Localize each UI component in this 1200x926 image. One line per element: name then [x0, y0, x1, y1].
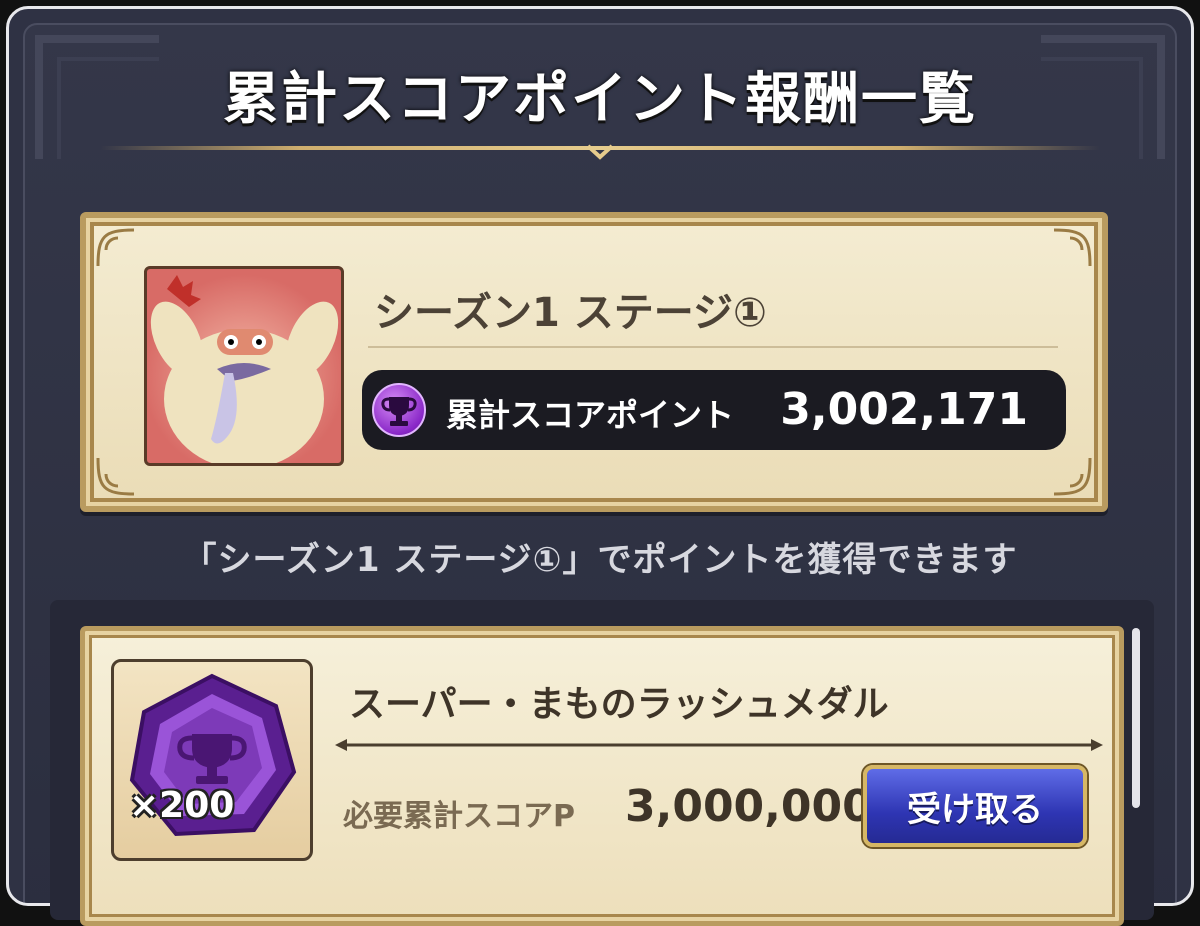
score-label: 累計スコアポイント — [446, 396, 735, 434]
trophy-icon — [372, 383, 426, 437]
purple-medal-icon — [111, 659, 313, 861]
required-score-value: 3,000,000 — [625, 781, 873, 832]
flourish-icon — [1053, 228, 1092, 267]
cumulative-score-bar: 累計スコアポイント 3,002,171 — [362, 370, 1066, 450]
stage-divider — [368, 346, 1058, 348]
yeti-monster-icon — [144, 266, 344, 466]
flourish-icon — [1053, 457, 1092, 496]
stage-name: シーズン1 ステージ① — [374, 290, 767, 336]
flourish-icon — [96, 228, 135, 267]
required-score-label: 必要累計スコアP — [343, 799, 575, 834]
list-item: ×200 スーパー・まものラッシュメダル 必要累計スコアP 3,000,000 … — [80, 626, 1124, 926]
reward-quantity: ×200 — [129, 785, 235, 826]
score-value: 3,002,171 — [780, 384, 1028, 435]
reward-divider — [335, 739, 1103, 751]
flourish-icon — [96, 457, 135, 496]
claim-button[interactable]: 受け取る — [863, 765, 1087, 847]
reward-name: スーパー・まものラッシュメダル — [349, 684, 889, 725]
chevron-down-icon — [586, 144, 614, 160]
info-text: 「シーズン1 ステージ①」でポイントを獲得できます — [182, 540, 1018, 580]
stage-panel: シーズン1 ステージ① 累計スコアポイント 3,002,171 — [80, 212, 1108, 512]
page-title: 累計スコアポイント報酬一覧 — [223, 67, 977, 132]
scrollbar[interactable] — [1132, 628, 1140, 808]
